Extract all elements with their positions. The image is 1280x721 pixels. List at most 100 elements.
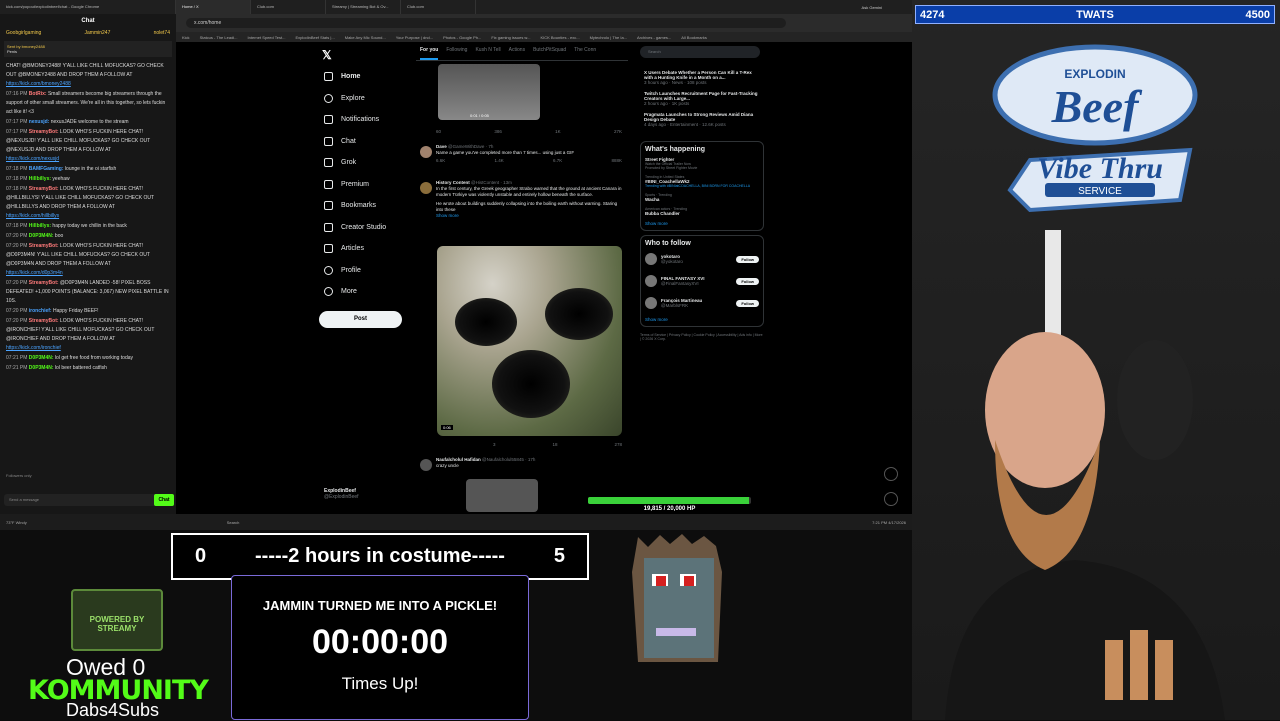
chat-input[interactable]: Send a message [4,494,172,506]
x-logo-icon[interactable]: 𝕏 [322,48,332,62]
tweet[interactable]: Dave @GameWithDave · 7h Name a game you'… [416,144,628,164]
avatar[interactable] [420,146,432,158]
follow-suggestion[interactable]: yokotaro @yokotaro Follow [645,251,759,267]
tab-butchpitsquad[interactable]: ButchPitSquad [533,47,566,60]
message-link[interactable]: https://kick.com/nexusjd [6,156,59,162]
message-username[interactable]: StreamyBot: [29,243,59,249]
tab-streamy[interactable]: Streamy | Streaming Bot & Ov... [326,0,401,14]
nav-more[interactable]: More [316,281,416,303]
bookmark-item[interactable]: Make Any Mic Sound... [345,35,386,40]
view-count[interactable]: 27K [614,129,622,135]
x-footer-links[interactable]: Terms of Service | Privacy Policy | Cook… [640,333,764,341]
bookmark-item[interactable]: Fix gaming issues w... [491,35,530,40]
repost-count[interactable]: 386 [494,129,502,135]
avatar[interactable] [645,253,657,265]
url-field[interactable]: x.com/home [186,18,786,28]
trend-item[interactable]: Trending in United States #BINI_Coachella… [645,175,759,188]
nav-profile[interactable]: Profile [316,260,416,282]
like-count[interactable]: 18 [552,442,557,448]
nav-explore[interactable]: Explore [316,88,416,110]
message-username[interactable]: Hillbillys: [29,176,51,182]
message-username[interactable]: StreamyBot: [29,186,59,192]
message-username[interactable]: StreamyBot: [29,318,59,324]
ask-gemini-button[interactable]: Ask Gemini [862,5,912,10]
post-button[interactable]: Post [319,311,402,328]
message-link[interactable]: https://kick.com/hillbillys [6,213,59,219]
message-username[interactable]: BAMFGaming: [29,166,64,172]
show-more-follow[interactable]: Show more [645,317,759,322]
avatar[interactable] [420,182,432,194]
message-username[interactable]: D0P3M4N: [29,365,54,371]
follow-button[interactable]: Follow [736,255,759,263]
bookmark-item[interactable]: Internet Speed Test... [248,35,286,40]
message-username[interactable]: StreamyBot: [29,280,59,286]
tab-x-home[interactable]: Home / X [176,0,251,14]
chat-send-button[interactable]: Chat [154,494,174,506]
tweet-author[interactable]: Dave [436,144,447,149]
nav-notifications[interactable]: Notifications [316,109,416,131]
nav-grok[interactable]: Grok [316,152,416,174]
show-more-trends[interactable]: Show more [645,221,759,226]
like-count[interactable]: 6.7K [553,158,562,164]
tweet[interactable]: History Content @HistContent · 13m In th… [416,180,628,219]
message-username[interactable]: Hillbillys: [29,223,51,229]
tweet-image[interactable]: 0:06 [437,246,622,436]
like-count[interactable]: 1K [555,129,561,135]
show-more-link[interactable]: Show more [436,213,622,219]
tab-actions[interactable]: Actions [509,47,525,60]
avatar[interactable] [420,459,432,471]
tab-for-you[interactable]: For you [420,47,439,60]
bookmark-item[interactable]: Archives - games... [637,35,671,40]
view-count[interactable]: 278 [614,442,622,448]
nav-bookmarks[interactable]: Bookmarks [316,195,416,217]
message-username[interactable]: D0P3M4N: [29,355,54,361]
trend-item[interactable]: American actors · Trending Bubba Chandler [645,207,759,216]
news-item[interactable]: X Users Debate Whether a Person Can Kill… [644,70,760,85]
tab-following[interactable]: Following [446,47,467,60]
reply-count[interactable]: 6.6K [436,158,445,164]
follow-suggestion[interactable]: François Martineau @MarblsFRK Follow [645,295,759,311]
repost-count[interactable]: 3 [493,442,496,448]
x-search-input[interactable]: Search [640,46,760,58]
message-username[interactable]: D0P3M4N: [29,233,54,239]
bookmark-item[interactable]: Mytechrolo | The Ia... [590,35,627,40]
trend-item[interactable]: Sports · Trending Wacha [645,193,759,202]
bookmark-item[interactable]: Photos - Google Ph... [443,35,481,40]
view-count[interactable]: 888K [611,158,622,164]
tweet-author[interactable]: Naufalcholul Hafidan [436,457,481,462]
follow-suggestion[interactable]: FINAL FANTASY XVI @FinalFantasyXVI Follow [645,273,759,289]
bookmark-item[interactable]: All Bookmarks [681,35,707,40]
tab-the-conn[interactable]: The Conn [574,47,596,60]
tweet-author[interactable]: History Content [436,180,470,185]
avatar[interactable] [645,275,657,287]
follow-button[interactable]: Follow [736,277,759,285]
nav-articles[interactable]: Articles [316,238,416,260]
bookmark-item[interactable]: Your Purpose | dnd... [396,35,433,40]
bookmark-item[interactable]: Kick [182,35,190,40]
account-switcher[interactable]: ExplodinBeef @ExplodinBeef [324,488,414,506]
grok-fab-icon[interactable] [884,467,898,481]
taskbar-clock[interactable]: 7:21 PM 4/17/2026 [872,520,906,525]
message-link[interactable]: https://kick.com/bmoney2488 [6,81,71,87]
bookmark-item[interactable]: ExplodinBeef Stats |... [295,35,334,40]
bookmark-item[interactable]: Statcus - The Leadi... [200,35,238,40]
repost-count[interactable]: 1.4K [494,158,503,164]
bookmark-item[interactable]: KICK Bounties - exc... [540,35,579,40]
message-link[interactable]: https://kick.com/ironchief [6,345,61,351]
reply-count[interactable]: 60 [436,129,441,135]
tweet-video[interactable] [438,64,540,120]
message-link[interactable]: https://kick.com/d0p3m4n [6,270,63,276]
trend-item[interactable]: Street Fighter Watch the Official Trailer… [645,157,759,170]
news-item[interactable]: Twitch Launches Recruitment Page for Fas… [644,91,760,106]
tweet-video-thumbnail[interactable] [466,479,538,512]
message-username[interactable]: nexusjd: [29,119,50,125]
message-username[interactable]: ironchief: [29,308,52,314]
nav-creator-studio[interactable]: Creator Studio [316,217,416,239]
weather-widget[interactable]: 73°F Windy [6,520,27,525]
follow-button[interactable]: Follow [736,299,759,307]
tab-club[interactable]: Club.com [251,0,326,14]
message-username[interactable]: StreamyBot: [29,129,59,135]
nav-chat[interactable]: Chat [316,131,416,153]
messages-fab-icon[interactable] [884,492,898,506]
nav-home[interactable]: Home [316,66,416,88]
